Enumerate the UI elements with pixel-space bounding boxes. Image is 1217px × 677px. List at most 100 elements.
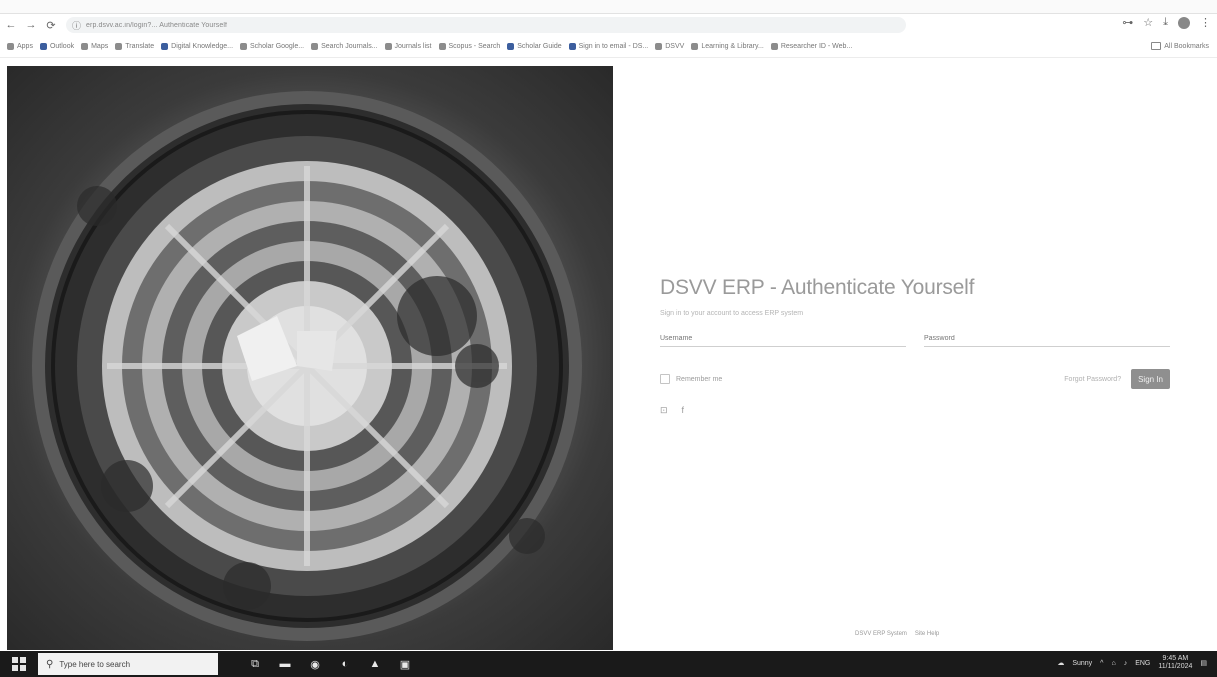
reload-icon[interactable]: ⟳ [42, 16, 60, 34]
all-bookmarks-label: All Bookmarks [1164, 42, 1209, 50]
bookmark-item[interactable]: DSVV [655, 43, 684, 50]
address-bar-url: erp.dsvv.ac.in/login?... Authenticate Yo… [86, 21, 228, 29]
browser-toolbar: ← → ⟳ ⓘ erp.dsvv.ac.in/login?... Authent… [0, 14, 1217, 36]
bookmarks-bar: Apps Outlook Maps Translate Digital Knowledg… [0, 36, 1217, 58]
taskbar-search-placeholder: Type here to search [59, 659, 131, 669]
bookmark-favicon-icon [7, 43, 14, 50]
bookmark-label: Outlook [49, 43, 75, 50]
bookmark-label: Researcher ID - Web... [780, 43, 853, 50]
bookmark-favicon-icon [691, 43, 699, 50]
store-icon[interactable]: ▣ [398, 658, 412, 671]
bookmark-item[interactable]: Search Journals... [311, 43, 378, 50]
taskbar-pinned-apps: ⧉ ▬ ◉ ◐ ▲ ▣ [248, 658, 412, 671]
remember-me[interactable]: Remember me [660, 374, 722, 384]
chrome-icon[interactable]: ◉ [308, 658, 322, 671]
bookmark-favicon-icon [507, 43, 515, 50]
bookmark-item[interactable]: Learning & Library... [691, 43, 764, 50]
facebook-icon[interactable]: f [682, 405, 685, 416]
sign-in-button[interactable]: Sign In [1131, 369, 1170, 389]
clock-date: 11/11/2024 [1158, 663, 1193, 670]
all-bookmarks[interactable]: All Bookmarks [1151, 42, 1209, 50]
bookmark-item[interactable]: Apps [7, 43, 33, 50]
back-icon[interactable]: ← [2, 16, 20, 34]
bookmark-label: Digital Knowledge... [171, 43, 234, 50]
bookmark-label: Search Journals... [321, 43, 378, 50]
notifications-icon[interactable]: ▤ [1200, 659, 1207, 667]
search-icon: ⚲ [46, 658, 54, 670]
bookmark-item[interactable]: Scholar Guide [507, 43, 562, 50]
bookmark-item[interactable]: Translate [115, 43, 154, 50]
folder-icon [1151, 42, 1162, 50]
system-tray: ☁ Sunny ^ ⌂ ♪ ENG 9:45 AM 11/11/2024 ▤ [1057, 655, 1207, 671]
bookmark-favicon-icon [568, 43, 576, 50]
taskbar-clock[interactable]: 9:45 AM 11/11/2024 [1158, 655, 1192, 671]
bookmark-favicon-icon [161, 43, 169, 50]
volume-icon[interactable]: ♪ [1124, 660, 1128, 667]
bookmark-favicon-icon [438, 43, 446, 50]
profile-avatar[interactable] [1178, 16, 1190, 29]
bookmark-label: Translate [125, 43, 155, 50]
google-icon[interactable]: ⊡ [660, 405, 668, 416]
bookmark-item[interactable]: Maps [81, 43, 108, 50]
bookmark-favicon-icon [115, 43, 123, 50]
bookmark-label: DSVV [665, 43, 685, 50]
bookmark-favicon-icon [240, 43, 248, 50]
windows-start-icon[interactable] [12, 657, 26, 671]
submit-group: Forgot Password? Sign In [1064, 369, 1170, 389]
file-explorer-icon[interactable]: ▬ [278, 658, 292, 670]
windows-taskbar: ⚲ Type here to search ⧉ ▬ ◉ ◐ ▲ ▣ ☁ Sunn… [0, 651, 1217, 677]
app-icon[interactable]: ▲ [368, 658, 382, 670]
bookmark-label: Learning & Library... [701, 43, 764, 50]
bookmark-item[interactable]: Scholar Google... [240, 43, 304, 50]
bookmark-star-icon[interactable]: ☆ [1143, 16, 1153, 29]
bookmark-favicon-icon [81, 43, 89, 50]
page-footer: DSVV ERP System Site Help [855, 631, 939, 637]
menu-kebab-icon[interactable]: ⋮ [1200, 16, 1211, 29]
bookmark-favicon-icon [384, 43, 392, 50]
username-field[interactable] [660, 331, 906, 347]
weather-icon[interactable]: ☁ [1057, 659, 1064, 667]
login-panel: DSVV ERP - Authenticate Yourself Sign in… [660, 276, 1170, 416]
network-icon[interactable]: ⌂ [1111, 660, 1115, 667]
taskbar-search-box[interactable]: ⚲ Type here to search [38, 653, 218, 675]
site-info-icon[interactable]: ⓘ [72, 19, 81, 32]
login-actions-row: Remember me Forgot Password? Sign In [660, 369, 1170, 389]
clock-time: 9:45 AM [1162, 655, 1189, 662]
forgot-password-link[interactable]: Forgot Password? [1064, 376, 1121, 383]
browser-actions: ⊶ ☆ ⤓ ⋮ [1122, 16, 1211, 29]
credential-fields [660, 331, 1170, 347]
weather-label[interactable]: Sunny [1072, 660, 1092, 667]
bookmark-label: Scholar Google... [250, 43, 305, 50]
task-view-icon[interactable]: ⧉ [248, 658, 262, 671]
bookmark-item[interactable]: Scopus - Search [438, 43, 501, 50]
tray-chevron-icon[interactable]: ^ [1100, 660, 1103, 667]
bookmark-favicon-icon [311, 43, 319, 50]
bookmark-favicon-icon [770, 43, 778, 50]
campus-aerial-image [7, 66, 613, 650]
bookmark-item[interactable]: Journals list [384, 43, 432, 50]
address-bar[interactable]: ⓘ erp.dsvv.ac.in/login?... Authenticate … [66, 17, 906, 33]
bookmark-label: Journals list [394, 43, 432, 50]
bookmark-item[interactable]: Digital Knowledge... [161, 43, 233, 50]
page-title: DSVV ERP - Authenticate Yourself [660, 276, 975, 299]
password-field[interactable] [924, 331, 1170, 347]
bookmark-item[interactable]: Outlook [39, 43, 75, 50]
extension-icon[interactable]: ⊶ [1122, 16, 1133, 29]
remember-me-checkbox[interactable] [660, 374, 670, 384]
language-indicator[interactable]: ENG [1135, 660, 1150, 667]
edge-icon[interactable]: ◐ [338, 658, 352, 670]
bookmark-label: Maps [91, 43, 109, 50]
download-icon[interactable]: ⤓ [1163, 16, 1168, 29]
bookmark-favicon-icon [655, 43, 663, 50]
bookmark-item[interactable]: Sign in to email - DS... [568, 43, 649, 50]
forward-icon[interactable]: → [22, 16, 40, 34]
footer-text: DSVV ERP System [855, 631, 907, 637]
bookmark-item[interactable]: Researcher ID - Web... [770, 43, 853, 50]
browser-tab-strip [0, 0, 1217, 14]
bookmark-label: Sign in to email - DS... [578, 43, 649, 50]
remember-me-label: Remember me [676, 375, 723, 383]
bookmark-label: Scopus - Search [448, 43, 501, 50]
social-login-icons: ⊡ f [660, 405, 1170, 416]
footer-link[interactable]: Site Help [915, 631, 939, 637]
bookmark-label: Apps [17, 43, 33, 50]
